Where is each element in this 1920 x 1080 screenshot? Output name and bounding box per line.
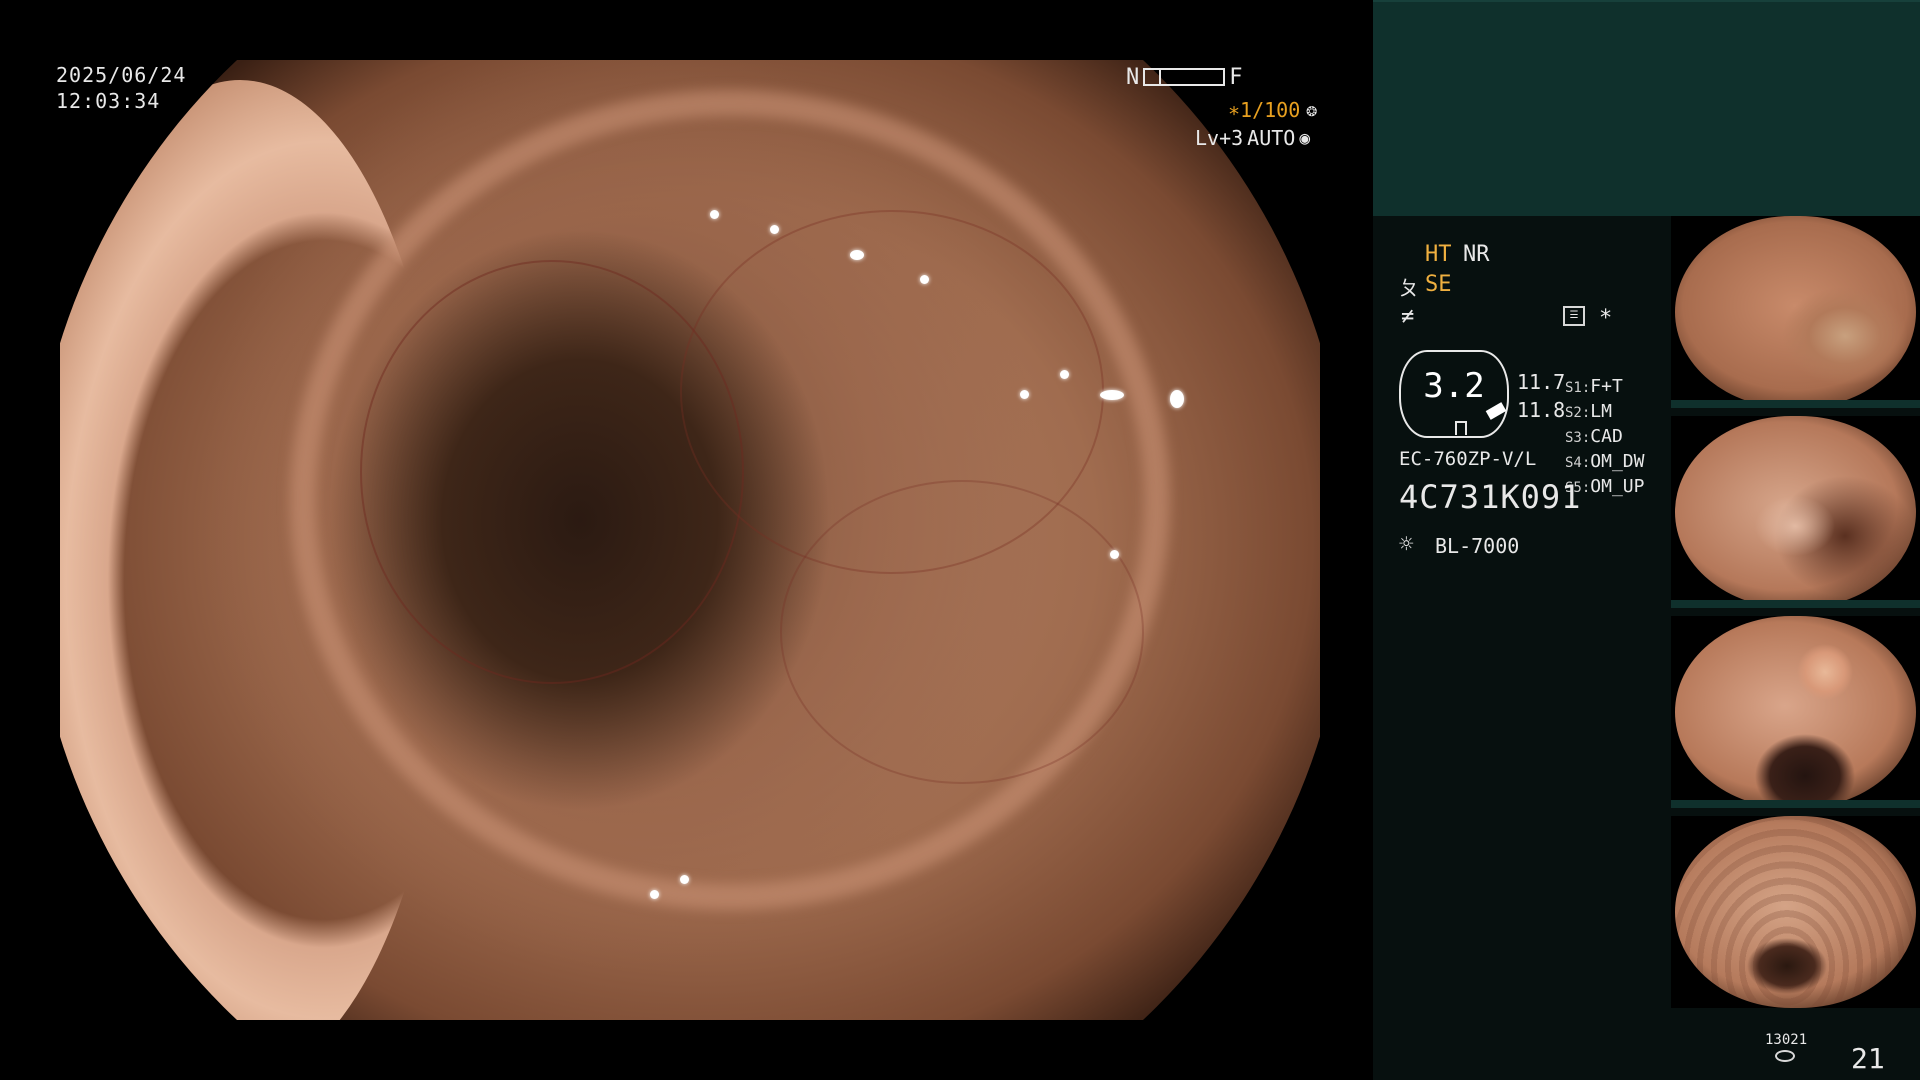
thumbnail[interactable]: [1671, 416, 1920, 608]
light-reflection: [770, 225, 779, 234]
thumbnail[interactable]: [1671, 216, 1920, 408]
switch-s3: S3:CAD: [1565, 426, 1623, 447]
menu-icon: ☰: [1563, 306, 1585, 326]
endoscopic-image: [60, 60, 1320, 1020]
light-reflection: [1020, 390, 1029, 399]
ht-indicator: HT: [1425, 242, 1452, 267]
light-source-model: BL-7000: [1435, 534, 1520, 558]
light-reflection: [850, 250, 864, 260]
vascular-pattern: [780, 480, 1144, 784]
near-far-bar: [1143, 68, 1226, 86]
shutter-speed: ∗1/100: [1228, 98, 1301, 122]
nr-indicator: NR: [1463, 242, 1490, 267]
light-reflection: [1110, 550, 1119, 559]
storage-info: 13021 21: [1373, 1020, 1920, 1080]
value-bottom: 11.8: [1517, 398, 1566, 422]
thumbnail-divider: [1671, 600, 1920, 608]
light-reflection: [680, 875, 689, 884]
switch-s2: S2:LM: [1565, 401, 1612, 422]
se-icon: ㄆ: [1399, 276, 1419, 300]
zoom-marker-icon: [1455, 421, 1467, 435]
near-label: N: [1126, 64, 1140, 90]
level-value: Lv+3: [1195, 126, 1244, 150]
switch-s1: S1:F+T: [1565, 376, 1623, 397]
thumbnail-image: [1675, 216, 1916, 408]
shutter-readout: ∗1/100 ❂: [1228, 98, 1317, 122]
thumbnail-image: [1675, 416, 1916, 608]
filter-icon: ≠: [1401, 304, 1415, 329]
iris-icon: ◉: [1299, 127, 1311, 149]
far-label: F: [1229, 64, 1243, 90]
thumbnail-image: [1675, 816, 1916, 1008]
scope-info: HT NR ㄆ SE ≠ ☰ * 3.2 11.7 11.8 S1:F+T S2…: [1373, 216, 1671, 1080]
switch-s4: S4:OM_DW: [1565, 451, 1645, 472]
brightness-readout: Lv+3 AUTO ◉: [1195, 126, 1310, 150]
thumbnail[interactable]: [1671, 616, 1920, 808]
value-top: 11.7: [1517, 370, 1566, 394]
star-indicator: *: [1599, 306, 1613, 331]
endoscope-view: 2025/06/24 12:03:34 N F ∗1/100 ❂ Lv+3 AU…: [0, 0, 1373, 1080]
light-source-icon: ☼: [1399, 530, 1414, 558]
frame-number: 21: [1851, 1042, 1885, 1075]
image-count: 13021: [1765, 1032, 1808, 1048]
info-panel: HT NR ㄆ SE ≠ ☰ * 3.2 11.7 11.8 S1:F+T S2…: [1373, 0, 1920, 1080]
thumbnail[interactable]: [1671, 816, 1920, 1008]
light-reflection: [1060, 370, 1069, 379]
vascular-pattern: [360, 260, 744, 684]
light-reflection: [920, 275, 929, 284]
time-readout: 12:03:34: [56, 89, 161, 113]
date-readout: 2025/06/24: [56, 63, 187, 87]
scope-model: EC-760ZP-V/L: [1399, 448, 1537, 470]
scope-serial: 4C731K091: [1399, 478, 1582, 516]
storage-disk-icon: [1775, 1050, 1795, 1062]
light-reflection: [1100, 390, 1124, 400]
zoom-value: 3.2: [1423, 366, 1485, 406]
thumbnail-divider: [1671, 400, 1920, 408]
mode-value: AUTO: [1247, 126, 1296, 150]
near-far-gauge: N F: [1126, 64, 1243, 90]
light-reflection: [710, 210, 719, 219]
thumbnail-image: [1675, 616, 1916, 808]
aperture-icon: ❂: [1306, 99, 1318, 121]
panel-header: [1373, 0, 1920, 216]
se-indicator: SE: [1425, 272, 1452, 297]
light-reflection: [1170, 390, 1184, 408]
light-reflection: [650, 890, 659, 899]
thumbnail-divider: [1671, 800, 1920, 808]
